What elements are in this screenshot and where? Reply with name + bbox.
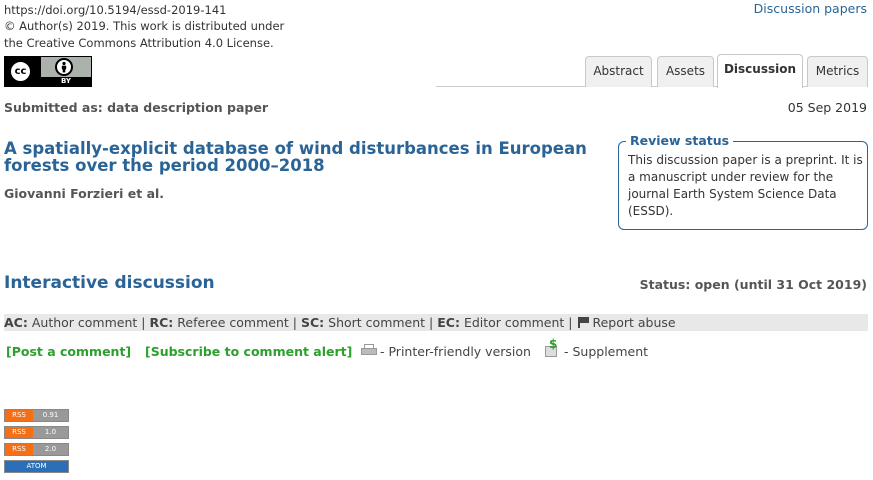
post-comment-link[interactable]: [Post a comment] bbox=[6, 344, 131, 359]
doi-link[interactable]: https://doi.org/10.5194/essd-2019-141 bbox=[4, 3, 226, 17]
cc-by-license-icon[interactable]: cc BY bbox=[4, 56, 92, 87]
discussion-status: Status: open (until 31 Oct 2019) bbox=[639, 277, 867, 292]
tab-discussion[interactable]: Discussion bbox=[717, 54, 803, 88]
supplement-link[interactable]: - Supplement bbox=[564, 344, 648, 359]
legend-report-label: Report abuse bbox=[592, 315, 676, 330]
interactive-discussion-heading: Interactive discussion bbox=[4, 273, 215, 293]
rss-20-feed-badge[interactable]: RSS 2.0 bbox=[4, 443, 69, 456]
legend-sc-label: Short comment bbox=[328, 315, 426, 330]
legend-rc-abbr: RC: bbox=[149, 315, 174, 330]
discussion-papers-link[interactable]: Discussion papers bbox=[754, 1, 867, 16]
paper-authors[interactable]: Giovanni Forzieri et al. bbox=[4, 186, 164, 201]
license-line[interactable]: the Creative Commons Attribution 4.0 Lic… bbox=[4, 36, 274, 50]
submission-type: Submitted as: data description paper bbox=[4, 100, 269, 115]
legend-rc-label: Referee comment bbox=[177, 315, 289, 330]
legend-ac-abbr: AC: bbox=[4, 315, 28, 330]
supplement-icon[interactable]: $ bbox=[545, 337, 561, 358]
legend-ec-abbr: EC: bbox=[437, 315, 460, 330]
tab-metrics[interactable]: Metrics bbox=[807, 56, 868, 87]
legend-separator: | bbox=[429, 315, 434, 330]
paper-title: A spatially-explicit database of wind di… bbox=[4, 139, 587, 175]
cc-by-label: BY bbox=[41, 77, 91, 86]
legend-separator: | bbox=[141, 315, 146, 330]
comment-type-legend: AC: Author comment | RC: Referee comment… bbox=[4, 314, 868, 331]
legend-ac-label: Author comment bbox=[31, 315, 138, 330]
printer-friendly-link[interactable]: - Printer-friendly version bbox=[380, 344, 531, 359]
printer-icon[interactable] bbox=[361, 344, 377, 358]
flag-icon bbox=[577, 317, 589, 328]
review-status-heading: Review status bbox=[626, 133, 734, 148]
tab-abstract[interactable]: Abstract bbox=[585, 56, 652, 87]
attribution-person-icon bbox=[55, 58, 73, 76]
submission-date: 05 Sep 2019 bbox=[787, 100, 867, 115]
tab-assets[interactable]: Assets bbox=[657, 56, 714, 87]
copyright-line: © Author(s) 2019. This work is distribut… bbox=[4, 19, 285, 33]
article-tabs: Abstract Assets Discussion Metrics bbox=[436, 54, 868, 88]
rss-10-feed-badge[interactable]: RSS 1.0 bbox=[4, 426, 69, 439]
legend-separator: | bbox=[292, 315, 297, 330]
rss-091-feed-badge[interactable]: RSS 0.91 bbox=[4, 409, 69, 422]
cc-icon: cc bbox=[9, 60, 32, 83]
legend-sc-abbr: SC: bbox=[300, 315, 325, 330]
review-status-text: This discussion paper is a preprint. It … bbox=[628, 153, 863, 218]
atom-feed-badge[interactable]: ATOM bbox=[4, 460, 69, 473]
legend-ec-label: Editor comment bbox=[463, 315, 565, 330]
legend-separator: | bbox=[568, 315, 573, 330]
subscribe-comment-alert-link[interactable]: [Subscribe to comment alert] bbox=[145, 344, 352, 359]
